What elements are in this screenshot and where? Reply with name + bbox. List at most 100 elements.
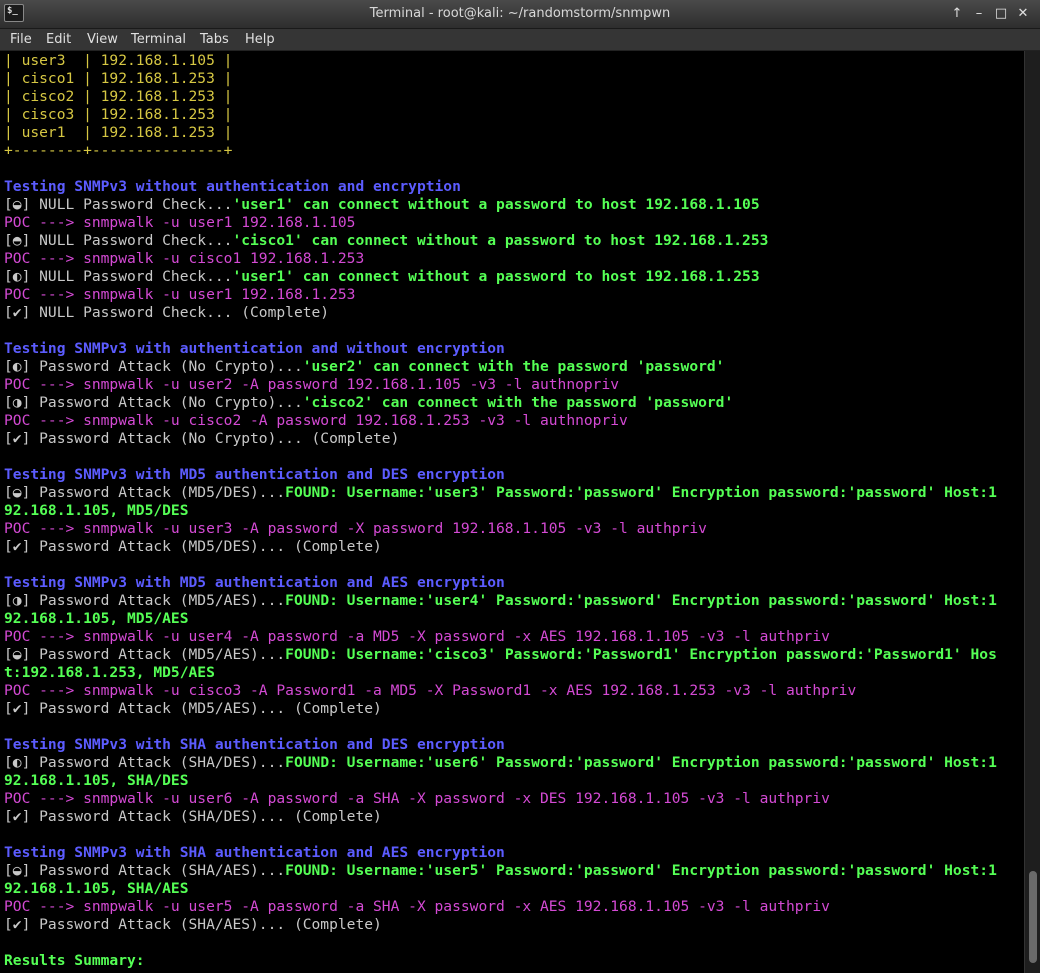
terminal-line: Testing SNMPv3 with SHA authentication a… [4, 844, 505, 862]
terminal-text: +--------+---------------+ [4, 142, 233, 159]
terminal-line: [◒] Password Attack (MD5/AES)...FOUND: U… [4, 646, 997, 664]
terminal-text: [◒] Password Attack (MD5/DES)... [4, 484, 286, 501]
terminal-line: +--------+---------------+ [4, 142, 232, 160]
terminal-text: [✔] Password Attack (SHA/DES)... (Comple… [4, 808, 382, 825]
terminal-text: POC ---> snmpwalk -u user6 -A password -… [4, 790, 830, 807]
menu-edit[interactable]: Edit [46, 32, 71, 47]
terminal-line: POC ---> snmpwalk -u cisco1 192.168.1.25… [4, 250, 364, 268]
terminal-text: [◐] Password Attack (SHA/DES)... [4, 754, 286, 771]
terminal-line: Testing SNMPv3 without authentication an… [4, 178, 461, 196]
terminal-text: | cisco3 | 192.168.1.253 | [4, 106, 233, 123]
terminal-text: [✔] Password Attack (MD5/DES)... (Comple… [4, 538, 382, 555]
terminal-text: 'user1' can connect without a password t… [232, 268, 760, 285]
terminal-text: POC ---> snmpwalk -u user1 192.168.1.105 [4, 214, 356, 231]
terminal-text: 'cisco1' can connect without a password … [232, 232, 769, 249]
terminal-line: POC ---> snmpwalk -u user1 192.168.1.253 [4, 286, 355, 304]
terminal-line: [◒] Password Attack (MD5/DES)...FOUND: U… [4, 484, 997, 502]
terminal-line: | cisco2 | 192.168.1.253 | [4, 88, 232, 106]
scrollbar-thumb[interactable] [1029, 871, 1037, 963]
terminal-text: Testing SNMPv3 with MD5 authentication a… [4, 574, 505, 591]
terminal-line: POC ---> snmpwalk -u user4 -A password -… [4, 628, 830, 646]
menu-bar: File Edit View Terminal Tabs Help [0, 29, 1040, 51]
terminal-output[interactable]: | user3 | 192.168.1.105 | | cisco1 | 192.… [0, 51, 1024, 973]
terminal-text: [✔] Password Attack (MD5/AES)... (Comple… [4, 700, 382, 717]
terminal-line: [✔] Password Attack (SHA/AES)... (Comple… [4, 916, 382, 934]
terminal-line: | user3 | 192.168.1.105 | [4, 52, 232, 70]
terminal-text: Testing SNMPv3 with SHA authentication a… [4, 736, 505, 753]
terminal-line: [◑] Password Attack (MD5/AES)...FOUND: U… [4, 592, 997, 610]
terminal-line: [✔] Password Attack (MD5/AES)... (Comple… [4, 700, 382, 718]
terminal-text: | cisco2 | 192.168.1.253 | [4, 88, 233, 105]
terminal-line: [◒] Password Attack (SHA/AES)...FOUND: U… [4, 862, 997, 880]
terminal-line: [◑] Password Attack (No Crypto)...'cisco… [4, 394, 733, 412]
terminal-line: | cisco3 | 192.168.1.253 | [4, 106, 232, 124]
menu-file[interactable]: File [10, 32, 32, 47]
terminal-text: Results Summary: [4, 952, 145, 969]
menu-terminal[interactable]: Terminal [131, 32, 186, 47]
terminal-line: POC ---> snmpwalk -u user2 -A password 1… [4, 376, 619, 394]
terminal-line: POC ---> snmpwalk -u user6 -A password -… [4, 790, 830, 808]
terminal-text: POC ---> snmpwalk -u user3 -A password -… [4, 520, 707, 537]
terminal-text: Testing SNMPv3 with authentication and w… [4, 340, 505, 357]
terminal-text: [✔] Password Attack (No Crypto)... (Comp… [4, 430, 400, 447]
terminal-line: [◓] NULL Password Check...'cisco1' can c… [4, 232, 768, 250]
terminal-text: | user3 | 192.168.1.105 | [4, 52, 233, 69]
terminal-line: 92.168.1.105, SHA/AES [4, 880, 189, 898]
minimize-button[interactable]: – [970, 5, 988, 23]
terminal-text: [✔] Password Attack (SHA/AES)... (Comple… [4, 916, 382, 933]
terminal-text: POC ---> snmpwalk -u cisco3 -A Password1… [4, 682, 857, 699]
terminal-line: Testing SNMPv3 with MD5 authentication a… [4, 574, 505, 592]
menu-view[interactable]: View [87, 32, 118, 47]
terminal-text: [◒] Password Attack (SHA/AES)... [4, 862, 286, 879]
terminal-text: FOUND: Username:'user5' Password:'passwo… [285, 862, 997, 879]
terminal-line: [◒] NULL Password Check...'user1' can co… [4, 196, 760, 214]
terminal-text: t:192.168.1.253, MD5/AES [4, 664, 215, 681]
terminal-line: 92.168.1.105, MD5/AES [4, 610, 189, 628]
title-bar[interactable]: $_ Terminal - root@kali: ~/randomstorm/s… [0, 0, 1040, 29]
terminal-text: 92.168.1.105, SHA/DES [4, 772, 189, 789]
terminal-text: | user1 | 192.168.1.253 | [4, 124, 233, 141]
terminal-line: POC ---> snmpwalk -u cisco3 -A Password1… [4, 682, 856, 700]
terminal-line: t:192.168.1.253, MD5/AES [4, 664, 215, 682]
terminal-text: 92.168.1.105, MD5/AES [4, 610, 189, 627]
terminal-line: Results Summary: [4, 952, 145, 970]
terminal-text: FOUND: Username:'user3' Password:'passwo… [285, 484, 997, 501]
terminal-text: [◐] NULL Password Check... [4, 268, 233, 285]
terminal-text: POC ---> snmpwalk -u user5 -A password -… [4, 898, 830, 915]
terminal-text: [◓] NULL Password Check... [4, 232, 233, 249]
keep-above-icon[interactable]: ↑ [948, 5, 966, 23]
terminal-text: POC ---> snmpwalk -u user2 -A password 1… [4, 376, 620, 393]
terminal-text: POC ---> snmpwalk -u user4 -A password -… [4, 628, 830, 645]
terminal-line: [✔] Password Attack (MD5/DES)... (Comple… [4, 538, 382, 556]
terminal-line: | cisco1 | 192.168.1.253 | [4, 70, 232, 88]
terminal-window: $_ Terminal - root@kali: ~/randomstorm/s… [0, 0, 1040, 973]
terminal-line: [◐] Password Attack (No Crypto)...'user2… [4, 358, 724, 376]
terminal-text: 'cisco2' can connect with the password '… [302, 394, 734, 411]
terminal-text: FOUND: Username:'user4' Password:'passwo… [285, 592, 997, 609]
terminal-text: [◑] Password Attack (MD5/AES)... [4, 592, 286, 609]
terminal-line: [✔] Password Attack (No Crypto)... (Comp… [4, 430, 399, 448]
terminal-line: | user1 | 192.168.1.253 | [4, 124, 232, 142]
scrollbar[interactable] [1024, 51, 1040, 973]
window-title: Terminal - root@kali: ~/randomstorm/snmp… [369, 6, 671, 21]
terminal-line: 92.168.1.105, SHA/DES [4, 772, 189, 790]
terminal-text: 'user2' can connect with the password 'p… [302, 358, 725, 375]
terminal-text: 'user1' can connect without a password t… [232, 196, 760, 213]
terminal-line: POC ---> snmpwalk -u user5 -A password -… [4, 898, 830, 916]
terminal-text: [✔] NULL Password Check... (Complete) [4, 304, 330, 321]
terminal-line: [◐] Password Attack (SHA/DES)...FOUND: U… [4, 754, 997, 772]
terminal-line: POC ---> snmpwalk -u cisco2 -A password … [4, 412, 628, 430]
terminal-text: 92.168.1.105, SHA/AES [4, 880, 189, 897]
terminal-line: Testing SNMPv3 with MD5 authentication a… [4, 466, 505, 484]
terminal-line: Testing SNMPv3 with authentication and w… [4, 340, 505, 358]
maximize-button[interactable]: □ [992, 5, 1010, 23]
menu-help[interactable]: Help [245, 32, 275, 47]
terminal-text: FOUND: Username:'user6' Password:'passwo… [285, 754, 997, 771]
terminal-text: [◒] Password Attack (MD5/AES)... [4, 646, 286, 663]
terminal-text: [◑] Password Attack (No Crypto)... [4, 394, 303, 411]
terminal-text: POC ---> snmpwalk -u cisco1 192.168.1.25… [4, 250, 365, 267]
menu-tabs[interactable]: Tabs [200, 32, 229, 47]
terminal-line: [✔] Password Attack (SHA/DES)... (Comple… [4, 808, 382, 826]
close-button[interactable]: ✕ [1014, 5, 1032, 23]
terminal-line: 92.168.1.105, MD5/DES [4, 502, 189, 520]
